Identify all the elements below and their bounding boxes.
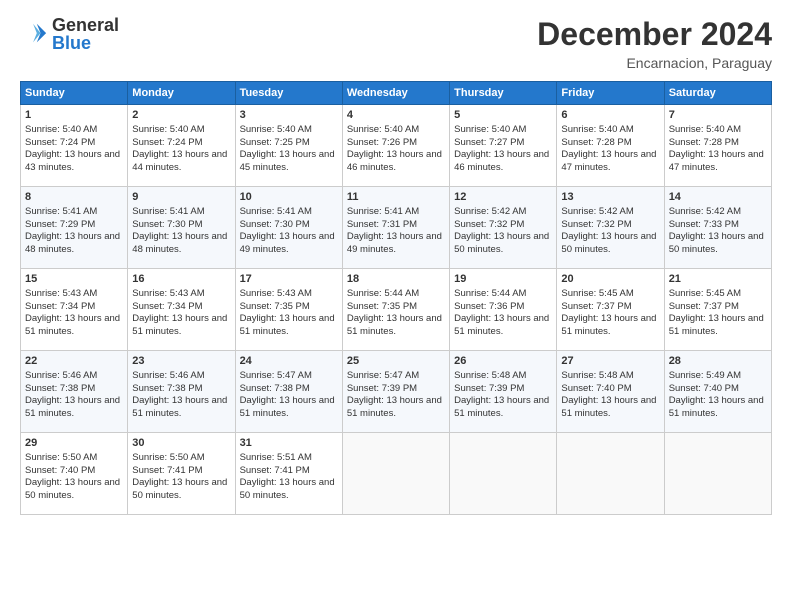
day-number: 18 (347, 272, 445, 287)
day-number: 2 (132, 108, 230, 123)
calendar-cell: 18Sunrise: 5:44 AMSunset: 7:35 PMDayligh… (342, 269, 449, 351)
logo-blue-text: Blue (52, 34, 119, 52)
day-number: 5 (454, 108, 552, 123)
calendar-cell: 15Sunrise: 5:43 AMSunset: 7:34 PMDayligh… (21, 269, 128, 351)
day-number: 20 (561, 272, 659, 287)
day-number: 14 (669, 190, 767, 205)
day-number: 24 (240, 354, 338, 369)
calendar-cell: 27Sunrise: 5:48 AMSunset: 7:40 PMDayligh… (557, 351, 664, 433)
calendar-cell (664, 433, 771, 515)
calendar-week-4: 29Sunrise: 5:50 AMSunset: 7:40 PMDayligh… (21, 433, 772, 515)
day-number: 8 (25, 190, 123, 205)
calendar-cell: 10Sunrise: 5:41 AMSunset: 7:30 PMDayligh… (235, 187, 342, 269)
calendar-cell: 7Sunrise: 5:40 AMSunset: 7:28 PMDaylight… (664, 105, 771, 187)
day-number: 1 (25, 108, 123, 123)
day-number: 26 (454, 354, 552, 369)
day-number: 19 (454, 272, 552, 287)
calendar-cell: 29Sunrise: 5:50 AMSunset: 7:40 PMDayligh… (21, 433, 128, 515)
day-number: 17 (240, 272, 338, 287)
day-number: 29 (25, 436, 123, 451)
calendar-cell: 12Sunrise: 5:42 AMSunset: 7:32 PMDayligh… (450, 187, 557, 269)
calendar-cell: 5Sunrise: 5:40 AMSunset: 7:27 PMDaylight… (450, 105, 557, 187)
calendar-cell: 16Sunrise: 5:43 AMSunset: 7:34 PMDayligh… (128, 269, 235, 351)
calendar-cell: 17Sunrise: 5:43 AMSunset: 7:35 PMDayligh… (235, 269, 342, 351)
day-number: 3 (240, 108, 338, 123)
logo-general-text: General (52, 16, 119, 34)
calendar-cell: 28Sunrise: 5:49 AMSunset: 7:40 PMDayligh… (664, 351, 771, 433)
day-number: 11 (347, 190, 445, 205)
calendar-cell: 22Sunrise: 5:46 AMSunset: 7:38 PMDayligh… (21, 351, 128, 433)
calendar-cell: 26Sunrise: 5:48 AMSunset: 7:39 PMDayligh… (450, 351, 557, 433)
header-row: Sunday Monday Tuesday Wednesday Thursday… (21, 82, 772, 105)
col-thursday: Thursday (450, 82, 557, 105)
day-number: 22 (25, 354, 123, 369)
day-number: 28 (669, 354, 767, 369)
day-number: 30 (132, 436, 230, 451)
title-section: December 2024 Encarnacion, Paraguay (537, 16, 772, 71)
day-number: 6 (561, 108, 659, 123)
day-number: 15 (25, 272, 123, 287)
day-number: 12 (454, 190, 552, 205)
calendar-cell: 19Sunrise: 5:44 AMSunset: 7:36 PMDayligh… (450, 269, 557, 351)
header: General Blue December 2024 Encarnacion, … (20, 16, 772, 71)
calendar-cell: 31Sunrise: 5:51 AMSunset: 7:41 PMDayligh… (235, 433, 342, 515)
calendar-week-1: 8Sunrise: 5:41 AMSunset: 7:29 PMDaylight… (21, 187, 772, 269)
calendar-week-0: 1Sunrise: 5:40 AMSunset: 7:24 PMDaylight… (21, 105, 772, 187)
day-number: 21 (669, 272, 767, 287)
calendar-header: Sunday Monday Tuesday Wednesday Thursday… (21, 82, 772, 105)
col-wednesday: Wednesday (342, 82, 449, 105)
calendar-cell: 14Sunrise: 5:42 AMSunset: 7:33 PMDayligh… (664, 187, 771, 269)
month-title: December 2024 (537, 16, 772, 53)
day-number: 4 (347, 108, 445, 123)
calendar-cell: 25Sunrise: 5:47 AMSunset: 7:39 PMDayligh… (342, 351, 449, 433)
logo-text: General Blue (52, 16, 119, 52)
calendar-cell: 3Sunrise: 5:40 AMSunset: 7:25 PMDaylight… (235, 105, 342, 187)
calendar-cell (557, 433, 664, 515)
calendar-cell: 1Sunrise: 5:40 AMSunset: 7:24 PMDaylight… (21, 105, 128, 187)
calendar-cell: 8Sunrise: 5:41 AMSunset: 7:29 PMDaylight… (21, 187, 128, 269)
calendar-cell: 11Sunrise: 5:41 AMSunset: 7:31 PMDayligh… (342, 187, 449, 269)
calendar-cell: 24Sunrise: 5:47 AMSunset: 7:38 PMDayligh… (235, 351, 342, 433)
day-number: 23 (132, 354, 230, 369)
calendar-cell (342, 433, 449, 515)
calendar-cell: 23Sunrise: 5:46 AMSunset: 7:38 PMDayligh… (128, 351, 235, 433)
day-number: 7 (669, 108, 767, 123)
day-number: 13 (561, 190, 659, 205)
location-subtitle: Encarnacion, Paraguay (537, 55, 772, 71)
calendar-cell: 30Sunrise: 5:50 AMSunset: 7:41 PMDayligh… (128, 433, 235, 515)
day-number: 25 (347, 354, 445, 369)
logo: General Blue (20, 16, 119, 52)
col-sunday: Sunday (21, 82, 128, 105)
day-number: 9 (132, 190, 230, 205)
calendar-cell: 21Sunrise: 5:45 AMSunset: 7:37 PMDayligh… (664, 269, 771, 351)
calendar-cell: 2Sunrise: 5:40 AMSunset: 7:24 PMDaylight… (128, 105, 235, 187)
col-saturday: Saturday (664, 82, 771, 105)
calendar-cell: 6Sunrise: 5:40 AMSunset: 7:28 PMDaylight… (557, 105, 664, 187)
calendar-body: 1Sunrise: 5:40 AMSunset: 7:24 PMDaylight… (21, 105, 772, 515)
calendar-cell: 13Sunrise: 5:42 AMSunset: 7:32 PMDayligh… (557, 187, 664, 269)
day-number: 27 (561, 354, 659, 369)
col-tuesday: Tuesday (235, 82, 342, 105)
calendar-cell: 9Sunrise: 5:41 AMSunset: 7:30 PMDaylight… (128, 187, 235, 269)
col-friday: Friday (557, 82, 664, 105)
col-monday: Monday (128, 82, 235, 105)
calendar-cell (450, 433, 557, 515)
calendar-week-2: 15Sunrise: 5:43 AMSunset: 7:34 PMDayligh… (21, 269, 772, 351)
day-number: 10 (240, 190, 338, 205)
day-number: 31 (240, 436, 338, 451)
logo-icon (20, 20, 48, 48)
day-number: 16 (132, 272, 230, 287)
calendar-week-3: 22Sunrise: 5:46 AMSunset: 7:38 PMDayligh… (21, 351, 772, 433)
calendar-cell: 4Sunrise: 5:40 AMSunset: 7:26 PMDaylight… (342, 105, 449, 187)
calendar-cell: 20Sunrise: 5:45 AMSunset: 7:37 PMDayligh… (557, 269, 664, 351)
calendar-table: Sunday Monday Tuesday Wednesday Thursday… (20, 81, 772, 515)
page: General Blue December 2024 Encarnacion, … (0, 0, 792, 612)
